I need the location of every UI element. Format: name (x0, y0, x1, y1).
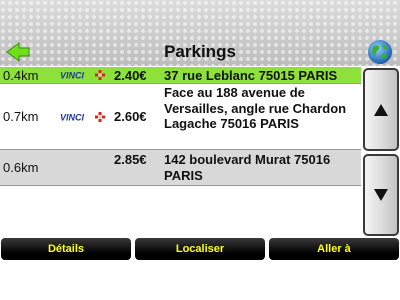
list-item[interactable]: 0.6km 2.85€ 142 boulevard Murat 75016 PA… (0, 150, 361, 186)
price-label: 2.85€ (114, 152, 147, 167)
globe-icon (368, 40, 392, 64)
go-to-button[interactable]: Aller à (269, 238, 399, 260)
arrow-up-icon (374, 103, 388, 116)
price-label: 2.60€ (114, 109, 147, 124)
list-item[interactable]: 0.4km VINCI 2.40€ 37 rue Leblanc 75015 P… (0, 67, 361, 84)
address-label: Face au 188 avenue de Versailles, angle … (164, 85, 347, 131)
address-label: 142 boulevard Murat 75016 PARIS (164, 152, 331, 183)
parking-list: 0.4km VINCI 2.40€ 37 rue Leblanc 75015 P… (0, 67, 361, 237)
vinci-logo: VINCI (60, 112, 105, 123)
scroll-up-button[interactable] (363, 68, 399, 151)
action-bar: Détails Localiser Aller à (0, 238, 400, 300)
price-label: 2.40€ (114, 68, 147, 83)
distance-label: 0.4km (3, 68, 39, 83)
distance-label: 0.7km (3, 109, 39, 124)
vinci-text: VINCI (60, 113, 85, 123)
vinci-text: VINCI (60, 71, 85, 81)
globe-button[interactable] (366, 38, 394, 66)
details-button[interactable]: Détails (1, 238, 131, 260)
page-title: Parkings (164, 42, 236, 61)
locate-button[interactable]: Localiser (135, 238, 265, 260)
arrow-down-icon (374, 189, 388, 201)
list-item[interactable]: 0.7km VINCI 2.60€ Face au 188 avenue de … (0, 84, 361, 150)
distance-label: 0.6km (3, 160, 39, 175)
header-bar: Parkings (0, 0, 400, 66)
vinci-logo: VINCI (60, 70, 105, 81)
scroll-down-button[interactable] (363, 154, 399, 236)
address-label: 37 rue Leblanc 75015 PARIS (164, 68, 338, 83)
